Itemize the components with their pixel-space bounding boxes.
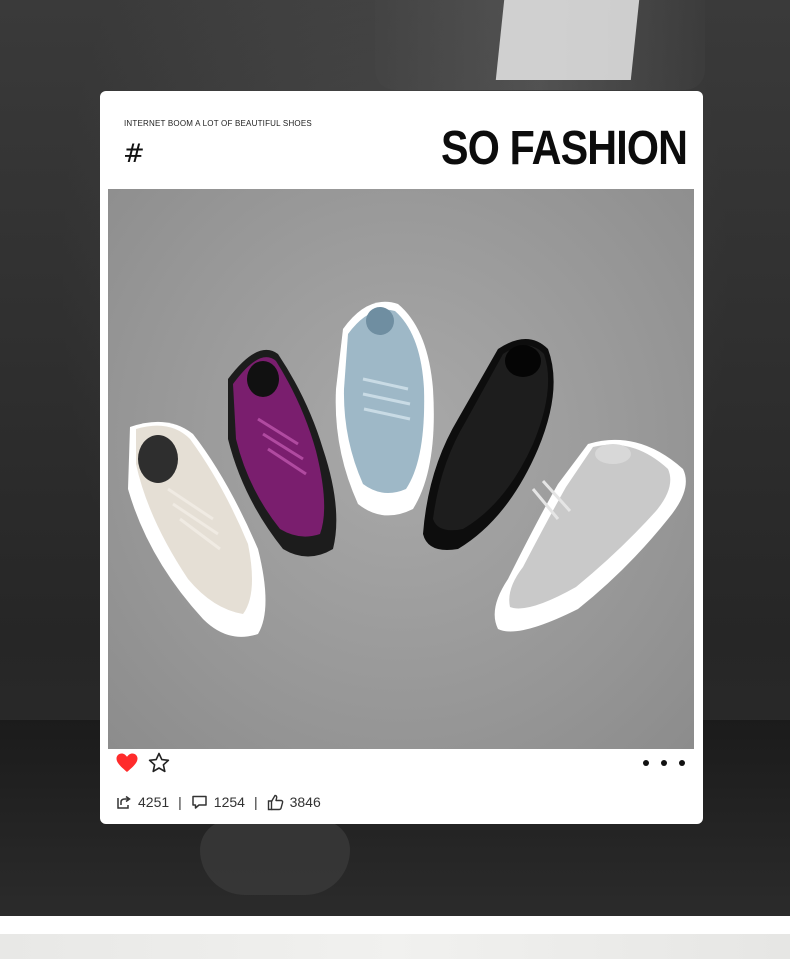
thumbs-up-count: 3846 [289, 794, 321, 810]
stat-separator: | [178, 794, 182, 810]
more-options-button[interactable] [641, 753, 687, 773]
post-card: INTERNET BOOM A LOT OF BEAUTIFUL SHOES #… [100, 91, 703, 824]
share-stat[interactable]: 4251 [116, 794, 169, 810]
thumbs-up-stat[interactable]: 3846 [267, 794, 321, 811]
share-count: 4251 [138, 794, 170, 810]
background-shoe [200, 820, 350, 895]
stat-separator: | [253, 794, 258, 810]
shoes-illustration [128, 301, 686, 637]
next-section-strip [0, 934, 790, 959]
light-blue-sneaker [335, 301, 434, 516]
post-stats: 4251 | 1254 | 3846 [116, 793, 321, 811]
share-icon [117, 795, 131, 809]
black-sneaker [423, 339, 554, 550]
like-button[interactable] [115, 751, 139, 775]
comment-icon [192, 795, 207, 809]
section-gap [0, 916, 790, 934]
comment-count: 1254 [213, 794, 245, 810]
more-dots-icon [643, 760, 685, 766]
background-paper [495, 0, 640, 80]
post-photo[interactable] [108, 189, 694, 749]
post-actions [115, 751, 695, 781]
hash-mark: # [123, 139, 145, 169]
favorite-button[interactable] [147, 751, 171, 775]
comment-stat[interactable]: 1254 [191, 794, 245, 810]
heart-icon [116, 753, 138, 772]
star-icon [148, 752, 170, 773]
thumbs-up-icon [267, 794, 283, 810]
post-tagline: INTERNET BOOM A LOT OF BEAUTIFUL SHOES [124, 119, 312, 128]
post-headline: SO FASHION [440, 122, 688, 175]
